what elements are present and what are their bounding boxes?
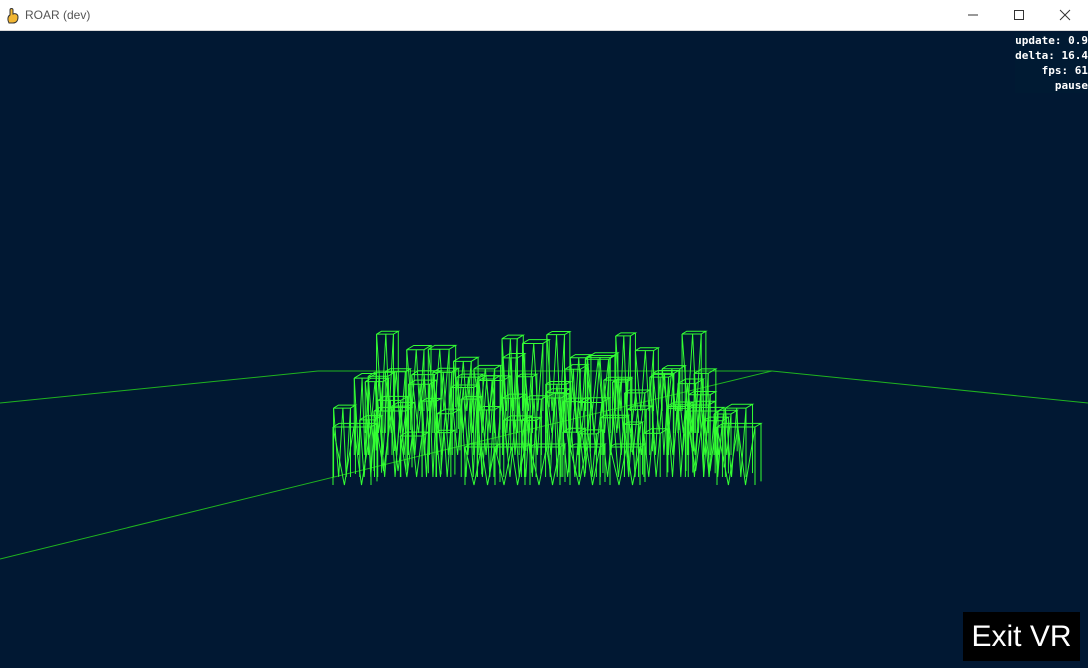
building-edge <box>529 446 561 486</box>
building-top <box>428 344 458 350</box>
stat-pause: pause <box>1015 78 1088 93</box>
building-top <box>435 429 457 434</box>
window-title: ROAR (dev) <box>25 8 91 22</box>
minimize-button[interactable] <box>950 0 996 30</box>
minimize-icon <box>968 14 978 16</box>
stat-delta: delta: 16.4 <box>1015 48 1088 63</box>
building-top <box>516 373 539 378</box>
building-edge <box>435 432 452 478</box>
building-top <box>464 443 502 448</box>
building-top <box>502 353 527 359</box>
wireframe-scene <box>0 330 1088 560</box>
building-top <box>624 389 652 394</box>
stat-update: update: 0.9 <box>1015 33 1088 48</box>
exit-vr-button[interactable]: Exit VR <box>963 612 1080 661</box>
title-bar[interactable]: ROAR (dev) <box>0 0 1088 31</box>
building-top <box>579 429 605 435</box>
building-top <box>688 390 718 396</box>
building-top <box>376 330 401 335</box>
building-top <box>643 428 670 434</box>
app-icon <box>7 8 19 24</box>
close-icon <box>1059 9 1071 21</box>
building-top <box>652 369 681 374</box>
building-top <box>333 404 358 409</box>
building-top <box>546 330 572 336</box>
building-top <box>635 347 661 352</box>
ground-grid <box>0 370 1088 560</box>
wireframe-buildings <box>332 330 763 486</box>
building-top <box>725 403 755 409</box>
building-top <box>501 334 526 340</box>
close-button[interactable] <box>1042 0 1088 30</box>
building-top <box>524 395 549 400</box>
maximize-button[interactable] <box>996 0 1042 30</box>
building-top <box>681 330 708 335</box>
vr-viewport[interactable]: update: 0.9 delta: 16.4 fps: 61 pause Ex… <box>0 31 1088 668</box>
stat-fps: fps: 61 <box>1015 63 1088 78</box>
building-top <box>453 356 480 362</box>
stats-overlay: update: 0.9 delta: 16.4 fps: 61 pause <box>1015 33 1088 93</box>
building-top <box>406 344 433 351</box>
building-top <box>624 421 645 425</box>
building-top <box>615 332 638 337</box>
building-top <box>522 339 552 344</box>
maximize-icon <box>1014 10 1024 20</box>
building-top <box>685 406 726 412</box>
